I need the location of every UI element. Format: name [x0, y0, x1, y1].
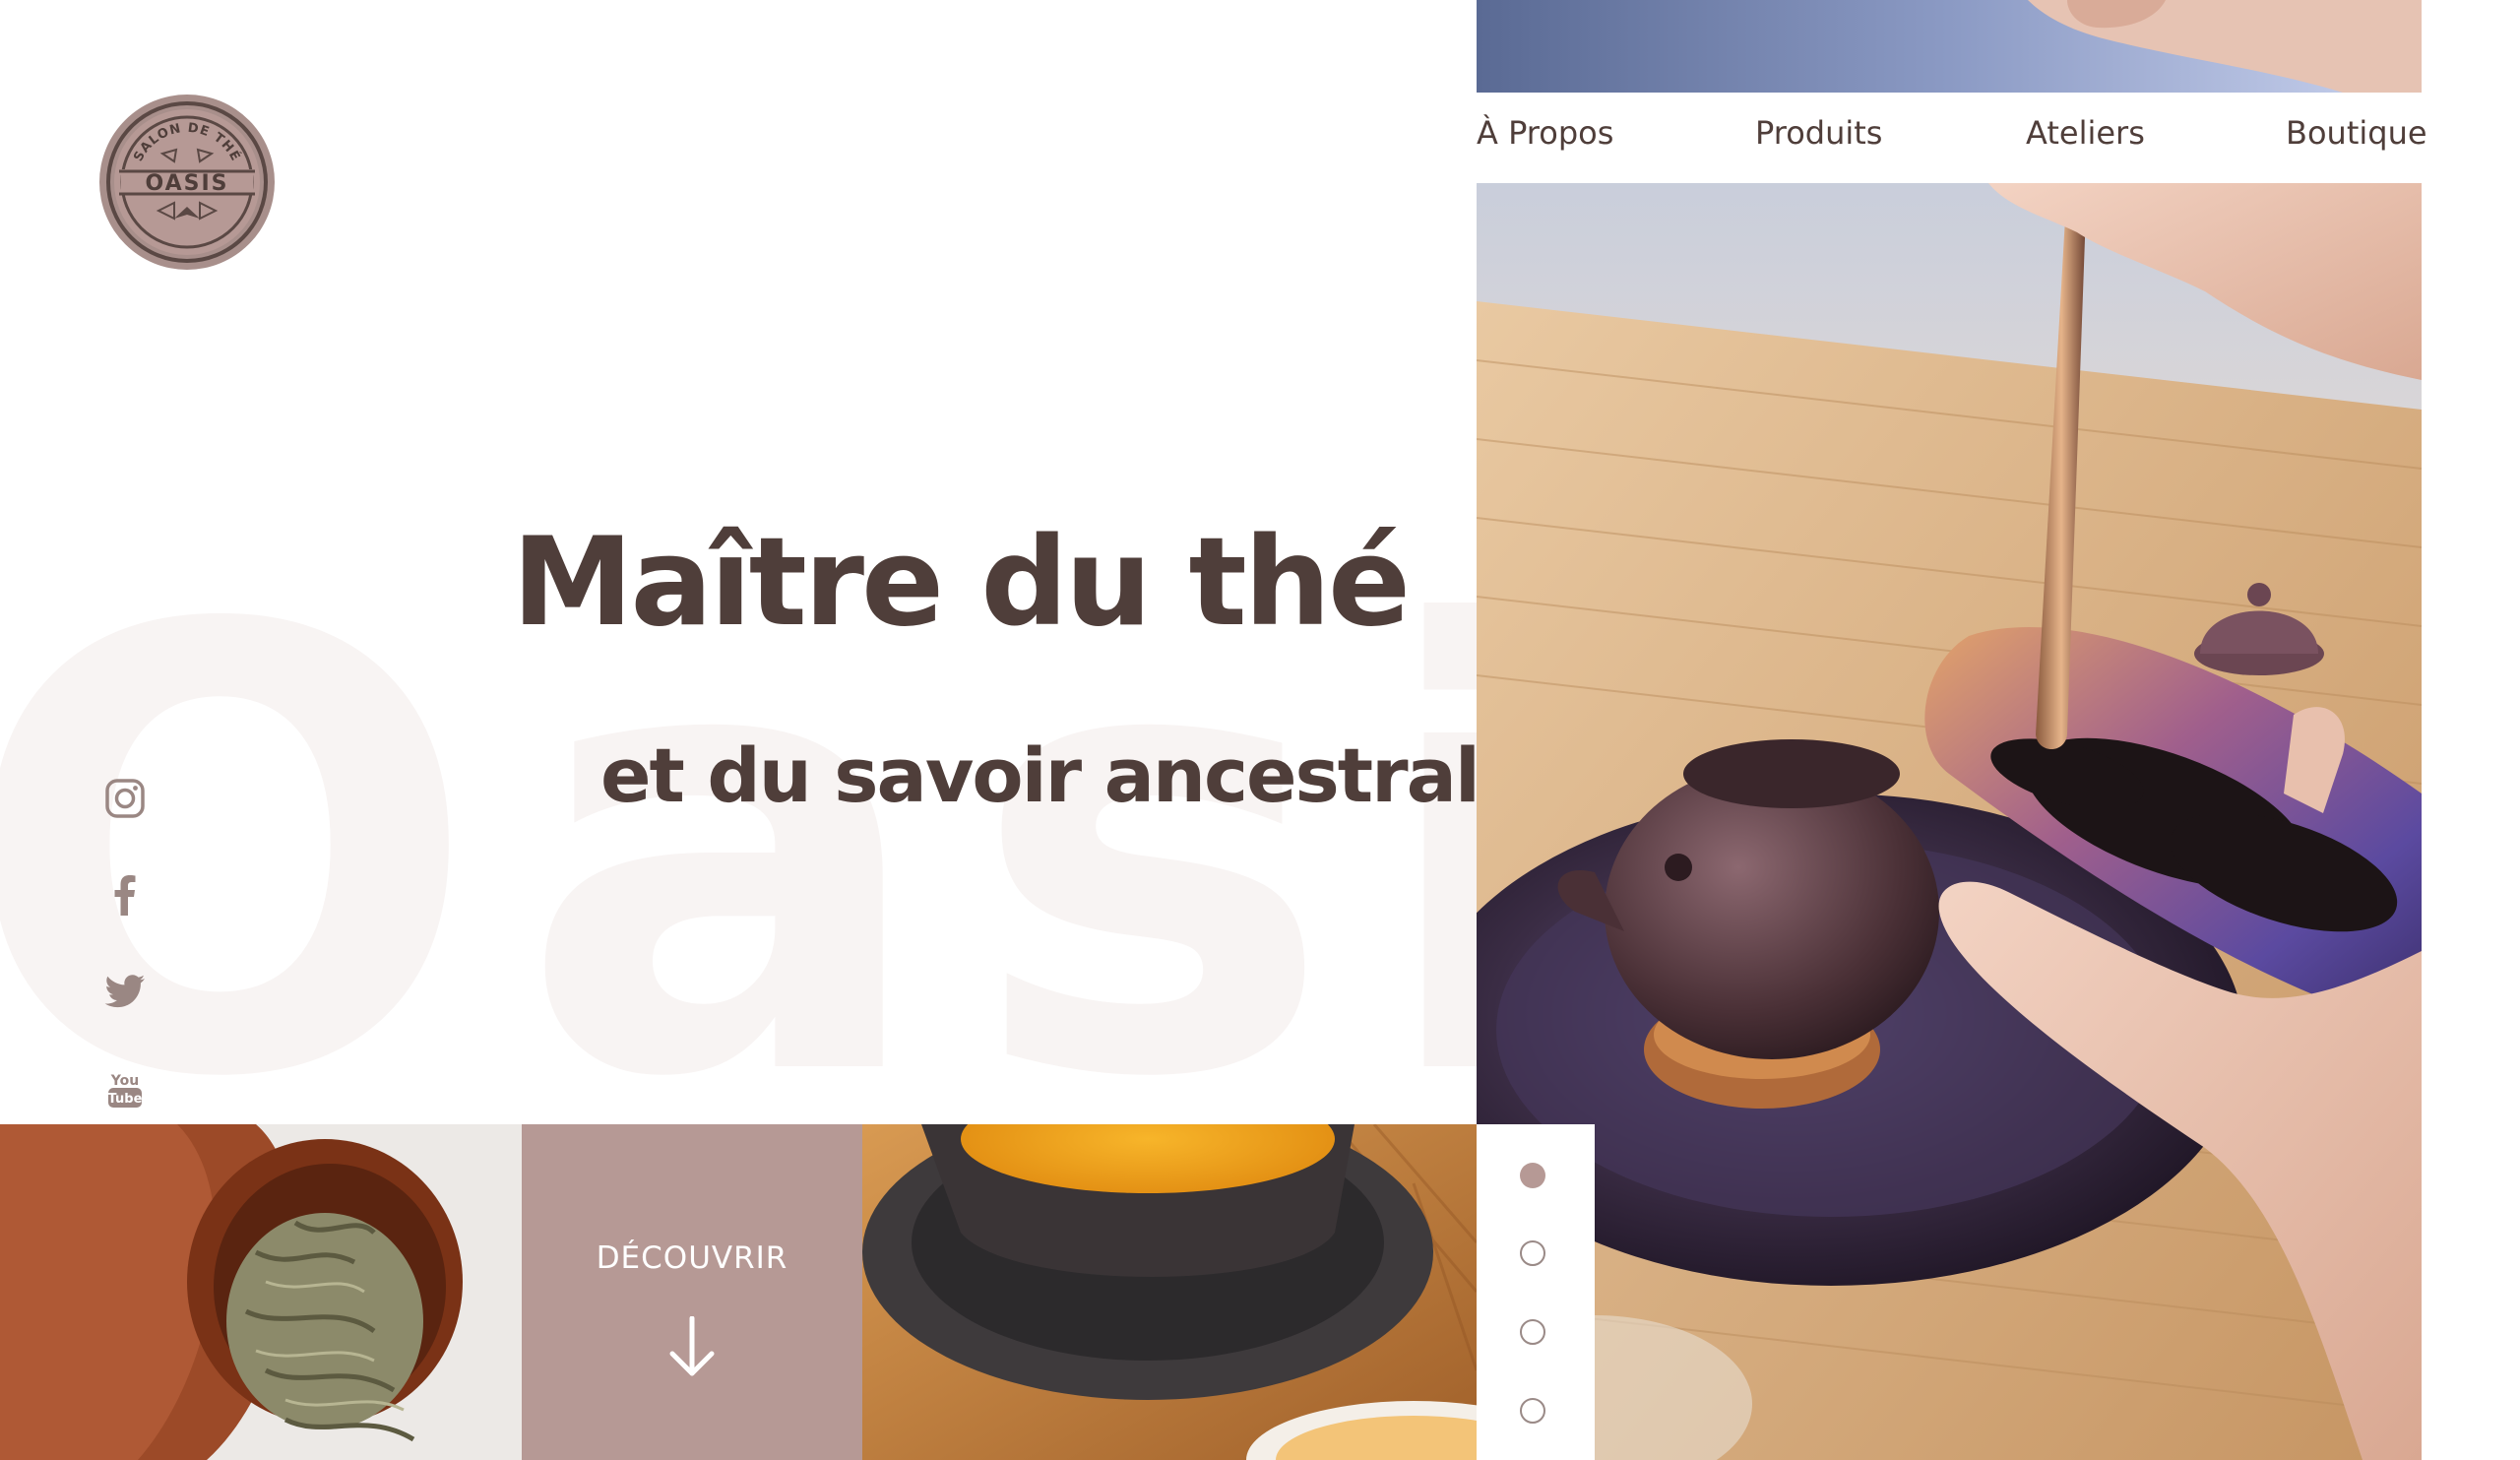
tile-tea-leaves-image — [0, 1124, 522, 1460]
page: Oasis SALON DE THÉ OASIS Maître du thé e… — [0, 0, 2520, 1460]
hero-image — [1477, 183, 2422, 1460]
discover-label: DÉCOUVRIR — [596, 1240, 788, 1276]
instagram-icon[interactable] — [102, 776, 148, 821]
facebook-icon[interactable] — [102, 872, 148, 918]
nav-item-produits[interactable]: Produits — [1755, 114, 1882, 152]
slider-dot-3[interactable] — [1520, 1319, 1545, 1345]
slider-dot-2[interactable] — [1520, 1240, 1545, 1266]
hero-image-top — [1477, 0, 2422, 93]
youtube-icon[interactable]: You Tube — [102, 1067, 148, 1112]
nav-item-ateliers[interactable]: Ateliers — [2026, 114, 2145, 152]
slider-pagination — [1477, 1124, 1595, 1460]
twitter-icon[interactable] — [102, 969, 148, 1014]
hero-subtitle: et du savoir ancestral — [600, 731, 1480, 819]
arrow-down-icon — [669, 1316, 715, 1376]
hero-title: Maître du thé — [512, 512, 1411, 654]
svg-text:You: You — [110, 1073, 139, 1089]
logo-emblem: SALON DE THÉ OASIS — [99, 95, 275, 270]
tile-tea-cup-image — [862, 1124, 1477, 1460]
logo-name: OASIS — [145, 171, 228, 196]
svg-text:Tube: Tube — [108, 1092, 143, 1107]
nav-item-a-propos[interactable]: À Propos — [1477, 114, 1613, 152]
logo[interactable]: SALON DE THÉ OASIS — [97, 93, 277, 272]
nav-item-boutique[interactable]: Boutique — [2286, 114, 2427, 152]
slider-dot-4[interactable] — [1520, 1398, 1545, 1424]
discover-button[interactable]: DÉCOUVRIR — [522, 1124, 862, 1460]
slider-dot-1[interactable] — [1520, 1163, 1545, 1188]
main-nav: À Propos Produits Ateliers Boutique — [1477, 93, 2427, 183]
